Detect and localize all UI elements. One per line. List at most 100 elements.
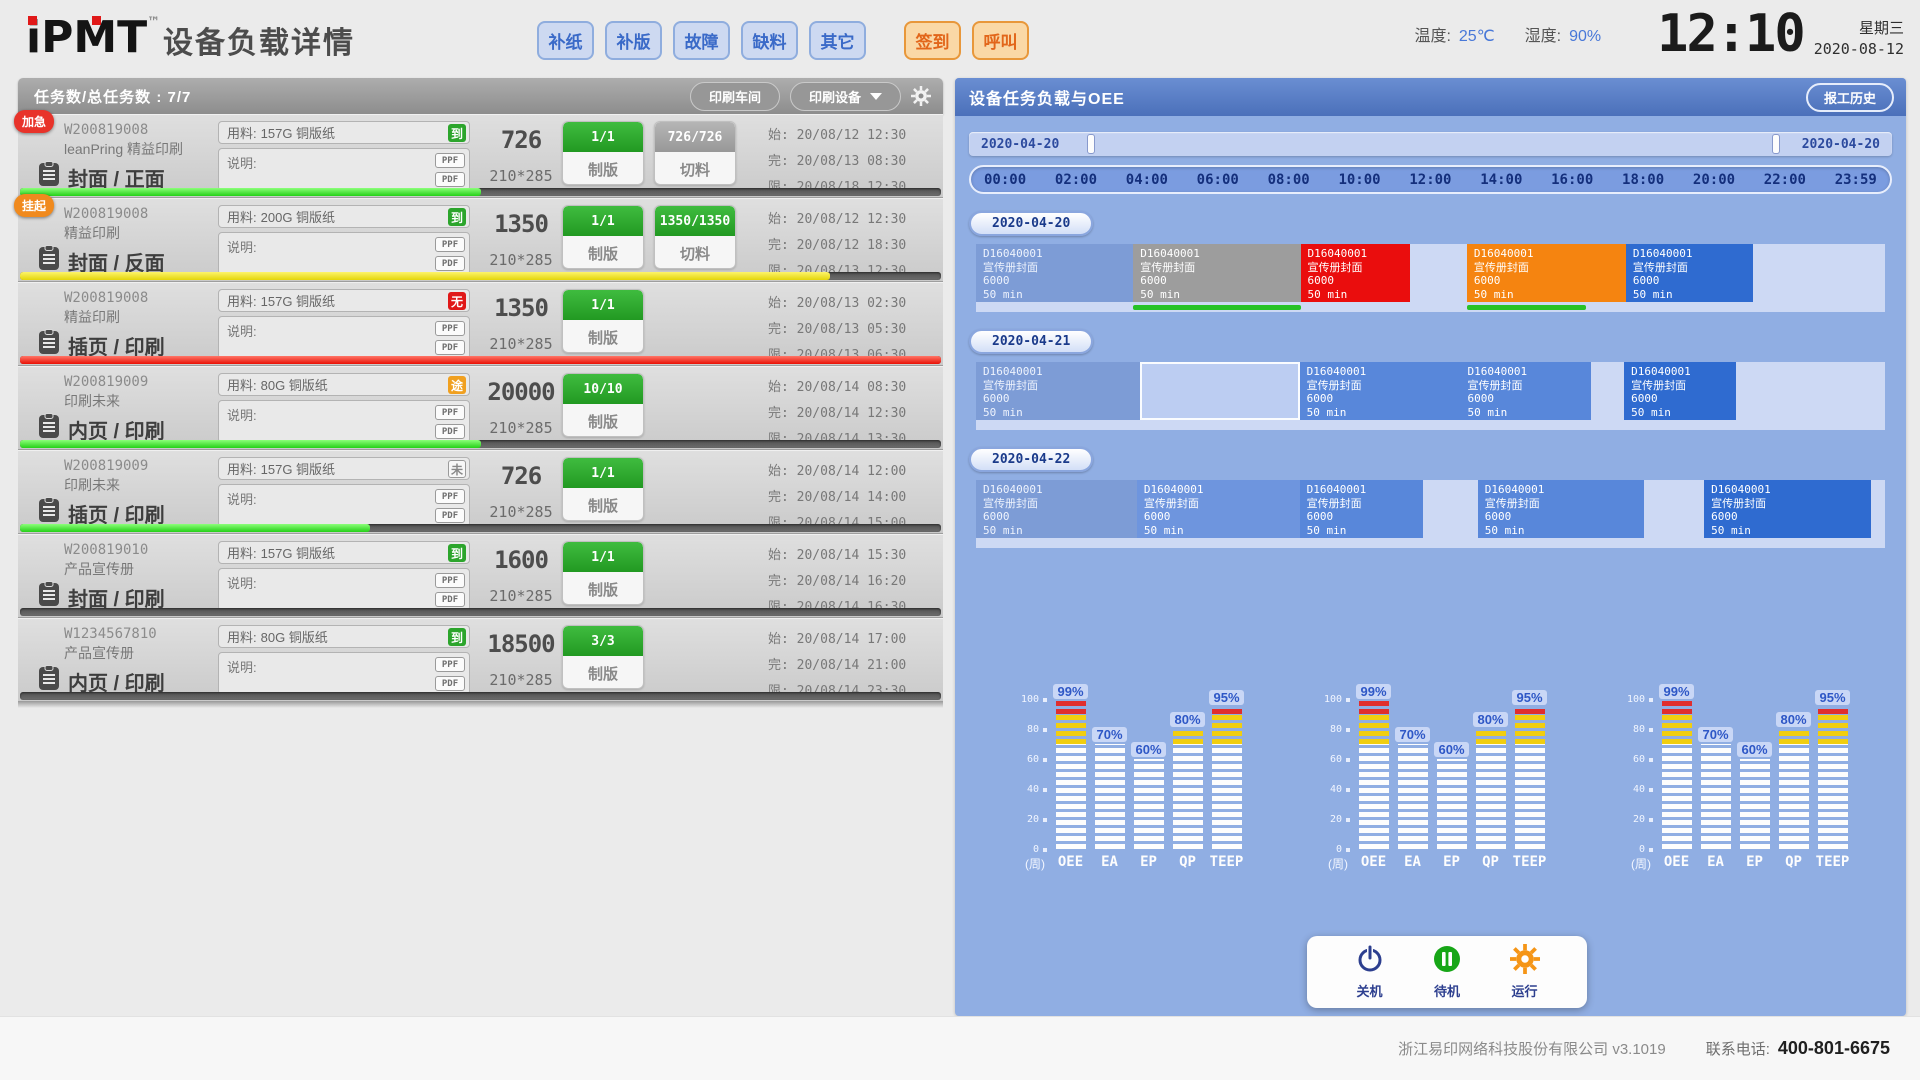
step-label: 切料 xyxy=(655,236,735,269)
pause-control-button[interactable]: 待机 xyxy=(1432,944,1462,1000)
action-button-3[interactable]: 故障 xyxy=(673,21,730,60)
app-logo: iPMT™ xyxy=(26,12,160,63)
action-button-2[interactable]: 补版 xyxy=(605,21,662,60)
step-block[interactable]: 1350/1350切料 xyxy=(654,205,736,269)
material-box: 用料:80G 铜版纸到 xyxy=(218,625,470,648)
ppf-button[interactable]: PPF xyxy=(435,573,465,588)
material-status-badge: 到 xyxy=(448,628,466,646)
job-line: 6000 xyxy=(983,392,1133,406)
gantt-job-block[interactable]: D16040001宣传册封面600050 min xyxy=(1704,480,1871,538)
task-row[interactable]: W200819009印刷未来插页 / 印刷用料:157G 铜版纸未说明:PPFP… xyxy=(18,450,943,534)
gantt-progress-line xyxy=(1467,305,1586,310)
time-tick: 14:00 xyxy=(1480,172,1522,188)
material-value: 80G 铜版纸 xyxy=(261,627,328,646)
gantt-job-block[interactable]: D16040001宣传册封面600050 min xyxy=(976,244,1133,302)
bar-segment-white xyxy=(1095,744,1125,849)
pdf-button[interactable]: PDF xyxy=(435,172,465,187)
task-row[interactable]: W1234567810产品宣传册内页 / 印刷用料:80G 铜版纸到说明:PPF… xyxy=(18,618,943,702)
material-box: 用料:80G 铜版纸途 xyxy=(218,373,470,396)
action-button-1[interactable]: 补纸 xyxy=(537,21,594,60)
machine-controls: 关机待机运行 xyxy=(1307,936,1587,1008)
job-line: D16040001 xyxy=(983,483,1130,497)
pdf-button[interactable]: PDF xyxy=(435,592,465,607)
gantt-job-block[interactable]: D16040001宣传册封面600050 min xyxy=(1300,362,1461,420)
slider-handle-left[interactable] xyxy=(1087,134,1095,154)
job-line: 50 min xyxy=(1307,406,1454,420)
time-ruler: 00:0002:0004:0006:0008:0010:0012:0014:00… xyxy=(969,165,1892,194)
gantt-date-chip[interactable]: 2020-04-20 xyxy=(969,211,1093,236)
sheet-size: 210*285 xyxy=(480,167,562,185)
gantt-job-block[interactable]: D16040001宣传册封面600050 min xyxy=(1133,244,1300,302)
gantt-job-block[interactable]: D16040001宣传册封面600050 min xyxy=(1478,480,1644,538)
gantt-empty-slot[interactable] xyxy=(1140,362,1300,420)
gantt-job-block[interactable]: D16040001宣传册封面600050 min xyxy=(1301,244,1410,302)
settings-gear-icon[interactable] xyxy=(911,86,931,106)
sheet-size: 210*285 xyxy=(480,503,562,521)
ppf-button[interactable]: PPF xyxy=(435,657,465,672)
step-block[interactable]: 1/1制版 xyxy=(562,541,644,605)
bar-segment-yellow xyxy=(1779,729,1809,744)
step-block[interactable]: 1/1制版 xyxy=(562,289,644,353)
step-block[interactable]: 3/3制版 xyxy=(562,625,644,689)
gear-control-button[interactable]: 运行 xyxy=(1510,944,1540,1000)
task-row[interactable]: W200819008精益印刷插页 / 印刷用料:157G 铜版纸无说明:PPFP… xyxy=(18,282,943,366)
ppf-button[interactable]: PPF xyxy=(435,153,465,168)
time-tick: 18:00 xyxy=(1622,172,1664,188)
task-row[interactable]: W200819010产品宣传册封面 / 印刷用料:157G 铜版纸到说明:PPF… xyxy=(18,534,943,618)
task-row[interactable]: W200819009印刷未来内页 / 印刷用料:80G 铜版纸途说明:PPFPD… xyxy=(18,366,943,450)
description-label: 说明: xyxy=(227,660,257,675)
job-line: 宣传册封面 xyxy=(1467,379,1584,393)
pdf-button[interactable]: PDF xyxy=(435,508,465,523)
pdf-button[interactable]: PDF xyxy=(435,256,465,271)
pdf-button[interactable]: PDF xyxy=(435,676,465,691)
action-button-5[interactable]: 其它 xyxy=(809,21,866,60)
ppf-button[interactable]: PPF xyxy=(435,489,465,504)
gantt-date-chip[interactable]: 2020-04-22 xyxy=(969,447,1093,472)
gantt-job-block[interactable]: D16040001宣传册封面600050 min xyxy=(976,362,1140,420)
workshop-button[interactable]: 印刷车间 xyxy=(690,82,780,111)
step-count: 10/10 xyxy=(563,374,643,404)
gantt-job-block[interactable]: D16040001宣传册封面600050 min xyxy=(1300,480,1424,538)
task-row[interactable]: 加急W200819008leanPring 精益印刷封面 / 正面用料:157G… xyxy=(18,114,943,198)
job-line: 6000 xyxy=(1711,510,1864,524)
y-axis-tick xyxy=(1649,758,1653,762)
power-control-button[interactable]: 关机 xyxy=(1355,944,1385,1000)
job-line: 6000 xyxy=(1474,274,1619,288)
quantity-value: 18500 xyxy=(480,630,562,658)
gantt-job-block[interactable]: D16040001宣传册封面600050 min xyxy=(1137,480,1300,538)
job-line: 6000 xyxy=(983,510,1130,524)
step-block[interactable]: 10/10制版 xyxy=(562,373,644,437)
gantt-job-block[interactable]: D16040001宣传册封面600050 min xyxy=(1624,362,1736,420)
alert-button-1[interactable]: 签到 xyxy=(904,21,961,60)
ppf-button[interactable]: PPF xyxy=(435,321,465,336)
report-history-button[interactable]: 报工历史 xyxy=(1806,83,1894,112)
device-select[interactable]: 印刷设备 xyxy=(790,82,901,111)
slider-handle-right[interactable] xyxy=(1772,134,1780,154)
quantity-value: 1350 xyxy=(480,294,562,322)
y-axis-label: 60 xyxy=(1027,754,1047,765)
job-line: 6000 xyxy=(1485,510,1637,524)
ppf-button[interactable]: PPF xyxy=(435,405,465,420)
action-button-4[interactable]: 缺料 xyxy=(741,21,798,60)
gantt-job-block[interactable]: D16040001宣传册封面600050 min xyxy=(1626,244,1753,302)
step-block[interactable]: 1/1制版 xyxy=(562,457,644,521)
quantity-value: 1350 xyxy=(480,210,562,238)
step-block[interactable]: 1/1制版 xyxy=(562,121,644,185)
pdf-button[interactable]: PDF xyxy=(435,424,465,439)
job-line: 50 min xyxy=(1307,524,1417,538)
gantt-job-block[interactable]: D16040001宣传册封面600050 min xyxy=(1460,362,1591,420)
gantt-job-block[interactable]: D16040001宣传册封面600050 min xyxy=(976,480,1137,538)
gantt-date-chip[interactable]: 2020-04-21 xyxy=(969,329,1093,354)
pdf-button[interactable]: PDF xyxy=(435,340,465,355)
date-range-slider[interactable]: 2020-04-20 2020-04-20 xyxy=(969,132,1892,156)
step-block[interactable]: 726/726切料 xyxy=(654,121,736,185)
material-label: 用料: xyxy=(227,375,257,394)
ppf-button[interactable]: PPF xyxy=(435,237,465,252)
step-block[interactable]: 1/1制版 xyxy=(562,205,644,269)
task-progress-fill xyxy=(20,356,941,364)
alert-button-2[interactable]: 呼叫 xyxy=(972,21,1029,60)
gantt-track: D16040001宣传册封面600050 minD16040001宣传册封面60… xyxy=(976,244,1885,312)
gantt-job-block[interactable]: D16040001宣传册封面600050 min xyxy=(1467,244,1626,302)
bar-segment-white xyxy=(1515,744,1545,849)
task-row[interactable]: 挂起W200819008精益印刷封面 / 反面用料:200G 铜版纸到说明:PP… xyxy=(18,198,943,282)
